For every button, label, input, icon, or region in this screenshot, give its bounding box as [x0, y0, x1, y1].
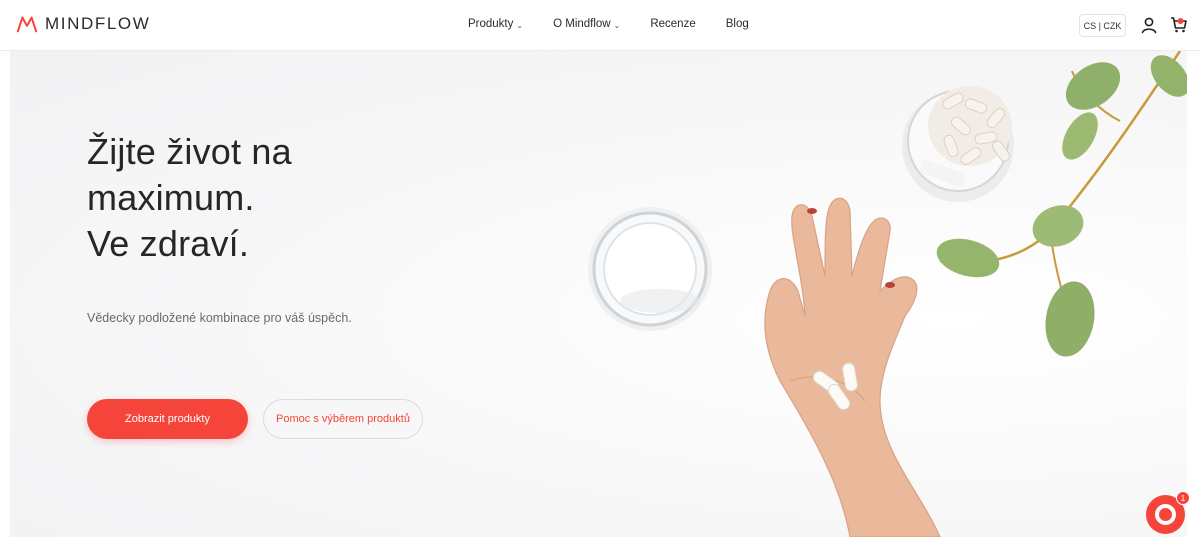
show-products-button[interactable]: Zobrazit produkty	[87, 399, 248, 439]
hero-headline: Žijte život na maximum. Ve zdraví.	[87, 129, 292, 267]
nav-item-label: O Mindflow	[553, 18, 611, 30]
headline-line: maximum.	[87, 177, 255, 218]
logo[interactable]: MINDFLOW	[16, 14, 150, 34]
nav-item-produkty[interactable]: Produkty ⌄	[468, 18, 523, 30]
nav-item-blog[interactable]: Blog	[726, 18, 749, 30]
main-nav: Produkty ⌄ O Mindflow ⌄ Recenze Blog	[468, 18, 779, 30]
headline-line: Žijte život na	[87, 131, 292, 172]
hero-product-image	[588, 51, 1187, 537]
product-selection-help-button[interactable]: Pomoc s výběrem produktů	[263, 399, 423, 439]
capsule-jar-image	[902, 86, 1014, 202]
nav-item-label: Blog	[725, 18, 749, 30]
hand-with-capsules-image	[764, 197, 941, 537]
logo-text: MINDFLOW	[45, 14, 151, 33]
cart-icon[interactable]	[1170, 16, 1188, 34]
nav-item-recenze[interactable]: Recenze	[650, 18, 695, 30]
mindflow-logo-icon	[16, 16, 38, 33]
hero-subtitle: Vědecky podložené kombinace pro váš úspě…	[87, 311, 352, 325]
nav-item-label: Recenze	[650, 18, 696, 30]
account-icon[interactable]	[1140, 16, 1158, 34]
nav-item-o-mindflow[interactable]: O Mindflow ⌄	[553, 18, 620, 30]
glass-lid-image	[588, 207, 712, 331]
hero-section: Žijte život na maximum. Ve zdraví. Vědec…	[10, 51, 1187, 537]
chevron-down-icon: ⌄	[613, 20, 621, 30]
chat-icon	[1155, 504, 1176, 525]
headline-line: Ve zdraví.	[87, 223, 250, 264]
site-header: MINDFLOW Produkty ⌄ O Mindflow ⌄ Recenze…	[0, 0, 1200, 51]
language-currency-switcher[interactable]: CS | CZK	[1079, 14, 1126, 37]
chat-notification-badge: 1	[1176, 491, 1190, 505]
nav-item-label: Produkty	[468, 18, 514, 30]
chevron-down-icon: ⌄	[516, 20, 524, 30]
